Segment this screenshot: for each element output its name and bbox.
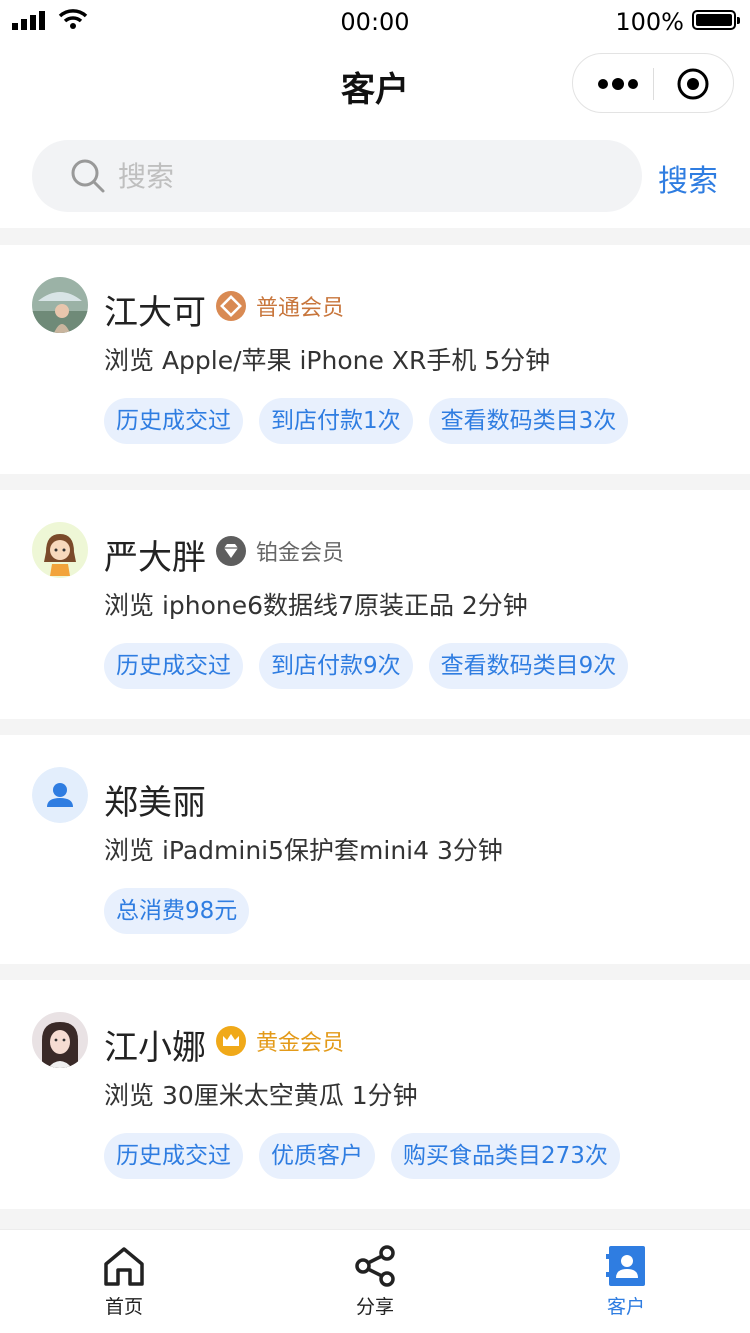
member-level-label: 普通会员 <box>256 296 345 321</box>
customer-avatar <box>32 1012 88 1068</box>
search-button[interactable]: 搜索 <box>658 156 718 200</box>
target-icon[interactable] <box>676 67 710 101</box>
customer-tag[interactable]: 优质客户 <box>259 1133 375 1179</box>
browse-activity: 浏览 30厘米太空黄瓜 1分钟 <box>104 1081 418 1110</box>
battery-icon <box>692 10 740 30</box>
customer-tag[interactable]: 历史成交过 <box>104 1133 243 1179</box>
customer-name: 严大胖 <box>104 538 206 578</box>
search-input[interactable] <box>118 152 618 200</box>
customer-tag[interactable]: 总消费98元 <box>104 888 250 934</box>
status-bar: 00:00 100% <box>0 0 750 42</box>
platinum-diamond-icon <box>216 536 246 566</box>
member-level-label: 黄金会员 <box>256 1031 345 1056</box>
customer-tag[interactable]: 历史成交过 <box>104 398 243 444</box>
customer-tags: 历史成交过 到店付款1次 查看数码类目3次 <box>104 398 644 444</box>
member-level: 普通会员 <box>216 291 344 321</box>
tab-share[interactable]: 分享 <box>315 1244 435 1319</box>
search-icon <box>71 159 105 193</box>
bronze-diamond-icon <box>216 291 246 321</box>
home-icon <box>104 1247 144 1286</box>
customer-tag[interactable]: 查看数码类目3次 <box>428 398 629 444</box>
contacts-icon <box>606 1246 645 1286</box>
customer-tags: 总消费98元 <box>104 888 265 934</box>
customer-tags: 历史成交过 优质客户 购买食品类目273次 <box>104 1133 636 1179</box>
customer-tag[interactable]: 历史成交过 <box>104 643 243 689</box>
browse-activity: 浏览 iphone6数据线7原装正品 2分钟 <box>104 591 528 620</box>
customer-avatar <box>32 522 88 578</box>
browse-activity: 浏览 Apple/苹果 iPhone XR手机 5分钟 <box>104 346 551 375</box>
customer-tags: 历史成交过 到店付款9次 查看数码类目9次 <box>104 643 644 689</box>
gold-crown-icon <box>216 1026 246 1056</box>
tab-home[interactable]: 首页 <box>64 1244 184 1319</box>
customer-name: 江大可 <box>104 293 206 333</box>
tab-customers[interactable]: 客户 <box>566 1244 686 1319</box>
mini-program-capsule <box>572 53 734 113</box>
tab-bar: 首页 分享 客户 <box>0 1229 750 1333</box>
customer-tag[interactable]: 查看数码类目9次 <box>428 643 629 689</box>
header: 00:00 100% 客户 搜索 <box>0 0 750 228</box>
customer-tag[interactable]: 购买食品类目273次 <box>391 1133 620 1179</box>
member-level: 铂金会员 <box>216 536 344 566</box>
battery-percent: 100% <box>615 8 684 36</box>
customer-name: 江小娜 <box>104 1028 206 1068</box>
browse-activity: 浏览 iPadmini5保护套mini4 3分钟 <box>104 836 503 865</box>
navigation-bar: 客户 <box>0 50 750 116</box>
customer-name: 郑美丽 <box>104 783 206 823</box>
tab-label: 首页 <box>104 1296 143 1318</box>
tab-label: 分享 <box>355 1296 394 1318</box>
customer-tag[interactable]: 到店付款1次 <box>259 398 413 444</box>
customer-card[interactable]: 江大可 普通会员 浏览 Apple/苹果 iPhone XR手机 5分钟 历史成… <box>0 245 750 474</box>
capsule-divider <box>653 68 654 100</box>
customer-card[interactable]: 严大胖 铂金会员 浏览 iphone6数据线7原装正品 2分钟 历史成交过 到店… <box>0 490 750 719</box>
search-bar <box>32 140 642 212</box>
customer-tag[interactable]: 到店付款9次 <box>259 643 413 689</box>
more-dots-icon[interactable] <box>595 72 641 96</box>
member-level: 黄金会员 <box>216 1026 344 1056</box>
customer-avatar <box>32 277 88 333</box>
tab-label: 客户 <box>606 1296 645 1318</box>
default-user-avatar <box>32 767 88 823</box>
customer-list: 江大可 普通会员 浏览 Apple/苹果 iPhone XR手机 5分钟 历史成… <box>0 245 750 1225</box>
customer-card[interactable]: 郑美丽 浏览 iPadmini5保护套mini4 3分钟 总消费98元 <box>0 735 750 964</box>
customer-card[interactable]: 江小娜 黄金会员 浏览 30厘米太空黄瓜 1分钟 历史成交过 优质客户 购买食品… <box>0 980 750 1209</box>
member-level-label: 铂金会员 <box>256 541 345 566</box>
share-icon <box>355 1245 395 1287</box>
